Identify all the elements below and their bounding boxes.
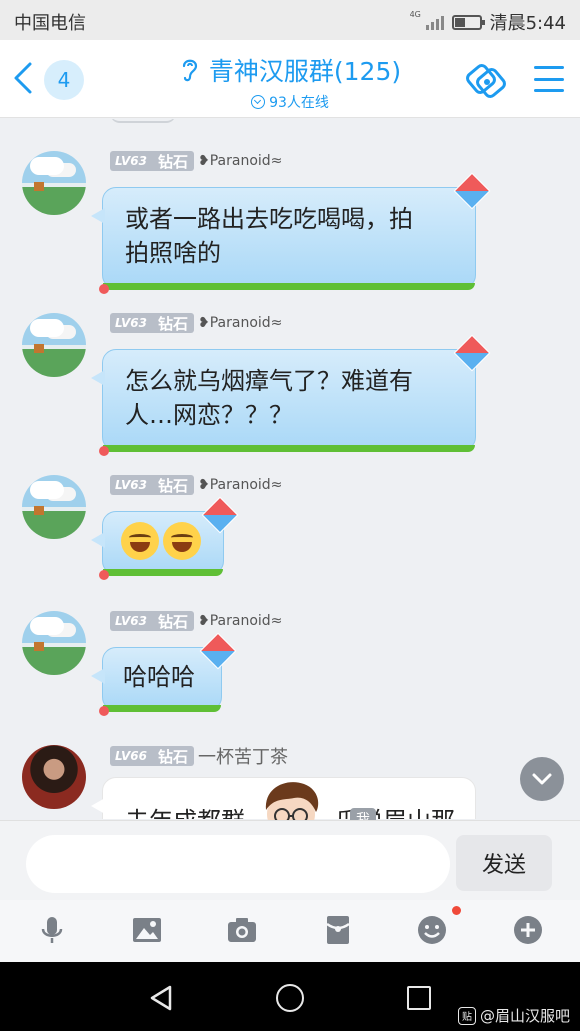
message-bubble[interactable] — [91, 496, 239, 580]
clock: 清晨5:44 — [489, 13, 566, 34]
group-call-icon[interactable] — [466, 62, 506, 98]
chevron-down-icon — [532, 773, 552, 785]
message-text-line: 人…网恋？？？ — [125, 401, 293, 429]
message-text-line: 拍照啥的 — [125, 239, 221, 267]
carrier-name: 中国电信 — [14, 13, 86, 34]
message-bubble[interactable]: 哈哈哈 — [91, 632, 237, 716]
bubble-grass-decoration — [103, 569, 223, 576]
red-packet-icon[interactable] — [322, 914, 354, 946]
status-right: 4G 清晨5:44 — [410, 9, 566, 35]
laughing-tears-emoji-icon — [121, 522, 159, 560]
bubble-grass-decoration — [103, 445, 475, 452]
message-bubble[interactable]: 或者一路出去吃吃喝喝，拍 拍照啥的 — [91, 172, 491, 294]
group-title: 青神汉服群(125) — [208, 57, 402, 86]
input-bar: 发送 — [0, 820, 580, 900]
network-type: 4G — [409, 10, 421, 19]
laughing-tears-emoji-icon — [163, 522, 201, 560]
sender-line: LV66 钻石 一杯苦丁茶 — [110, 743, 288, 769]
avatar[interactable] — [22, 151, 86, 215]
message-list[interactable]: LV63 钻石 ❥Paranoid≈ 或者一路出去吃吃喝喝，拍 拍照啥的 LV6… — [0, 119, 580, 819]
flower-icon — [99, 570, 109, 580]
nav-back-icon[interactable] — [148, 984, 174, 1012]
avatar[interactable] — [22, 611, 86, 675]
input-toolbar — [0, 900, 580, 962]
message-bubble[interactable]: 怎么就乌烟瘴气了？难道有 人…网恋？？？ — [91, 334, 491, 456]
signal-icon: 4G — [410, 10, 444, 30]
menu-icon[interactable] — [534, 66, 564, 92]
bubble-grass-decoration — [103, 705, 221, 712]
emoji-icon[interactable] — [416, 914, 448, 946]
flower-icon — [99, 446, 109, 456]
camera-icon[interactable] — [226, 914, 258, 946]
level-badge: LV63 — [110, 475, 152, 495]
watermark-text: @眉山汉服吧 — [480, 1007, 571, 1025]
avatar[interactable] — [22, 745, 86, 809]
rank-badge: 钻石 — [151, 746, 194, 766]
message-text-fragment: 去年成都群 — [125, 804, 245, 819]
bubble-grass-decoration — [103, 283, 475, 290]
nav-home-icon[interactable] — [276, 984, 304, 1012]
level-badge: LV63 — [110, 151, 152, 171]
level-badge: LV63 — [110, 611, 152, 631]
status-bar: 中国电信 4G 清晨5:44 — [0, 0, 580, 40]
chat-header: 4 青神汉服群(125) 93人在线 — [0, 40, 580, 118]
flower-icon — [99, 706, 109, 716]
ear-icon — [182, 59, 197, 82]
sender-name[interactable]: ❥Paranoid≈ — [198, 613, 282, 629]
rank-badge: 钻石 — [151, 475, 194, 495]
notification-dot — [452, 906, 461, 915]
sender-line: LV63 钻石 ❥Paranoid≈ — [110, 611, 282, 631]
battery-icon — [451, 14, 485, 30]
sender-line: LV63 钻石 ❥Paranoid≈ — [110, 475, 282, 495]
sender-name[interactable]: ❥Paranoid≈ — [198, 477, 282, 493]
sender-name[interactable]: 一杯苦丁茶 — [198, 743, 288, 769]
nav-recents-icon[interactable] — [407, 986, 431, 1010]
message-text-line: 哈哈哈 — [123, 663, 195, 691]
watermark: 贴 @眉山汉服吧 — [458, 1005, 570, 1026]
kite-icon — [453, 172, 491, 210]
level-badge: LV63 — [110, 313, 152, 333]
kite-icon — [199, 632, 237, 670]
online-count: 93人在线 — [269, 95, 329, 111]
online-status-icon — [251, 95, 266, 109]
message-text-line: 或者一路出去吃吃喝喝，拍 — [125, 205, 413, 233]
avatar[interactable] — [22, 475, 86, 539]
scroll-down-button[interactable] — [520, 757, 564, 801]
message-text-line: 怎么就乌烟瘴气了？难道有 — [125, 367, 413, 395]
plus-icon[interactable] — [512, 914, 544, 946]
previous-message-edge — [110, 119, 176, 123]
back-arrow-icon[interactable] — [10, 60, 40, 96]
image-icon[interactable] — [131, 914, 163, 946]
level-badge: LV66 — [110, 746, 152, 766]
message-input[interactable] — [26, 835, 450, 893]
sender-name[interactable]: ❥Paranoid≈ — [198, 153, 282, 169]
kite-icon — [201, 496, 239, 534]
rank-badge: 钻石 — [151, 611, 194, 631]
sender-name[interactable]: ❥Paranoid≈ — [198, 315, 282, 331]
avatar[interactable] — [22, 313, 86, 377]
unread-count-badge[interactable]: 4 — [44, 60, 84, 100]
rank-badge: 钻石 — [151, 151, 194, 171]
sender-line: LV63 钻石 ❥Paranoid≈ — [110, 151, 282, 171]
sender-line: LV63 钻石 ❥Paranoid≈ — [110, 313, 282, 333]
tieba-logo-icon: 贴 — [458, 1006, 476, 1025]
flower-icon — [99, 284, 109, 294]
rank-badge: 钻石 — [151, 313, 194, 333]
send-button[interactable]: 发送 — [456, 835, 552, 891]
kite-icon — [453, 334, 491, 372]
chat-title-area[interactable]: 青神汉服群(125) 93人在线 — [150, 52, 430, 112]
microphone-icon[interactable] — [36, 914, 68, 946]
